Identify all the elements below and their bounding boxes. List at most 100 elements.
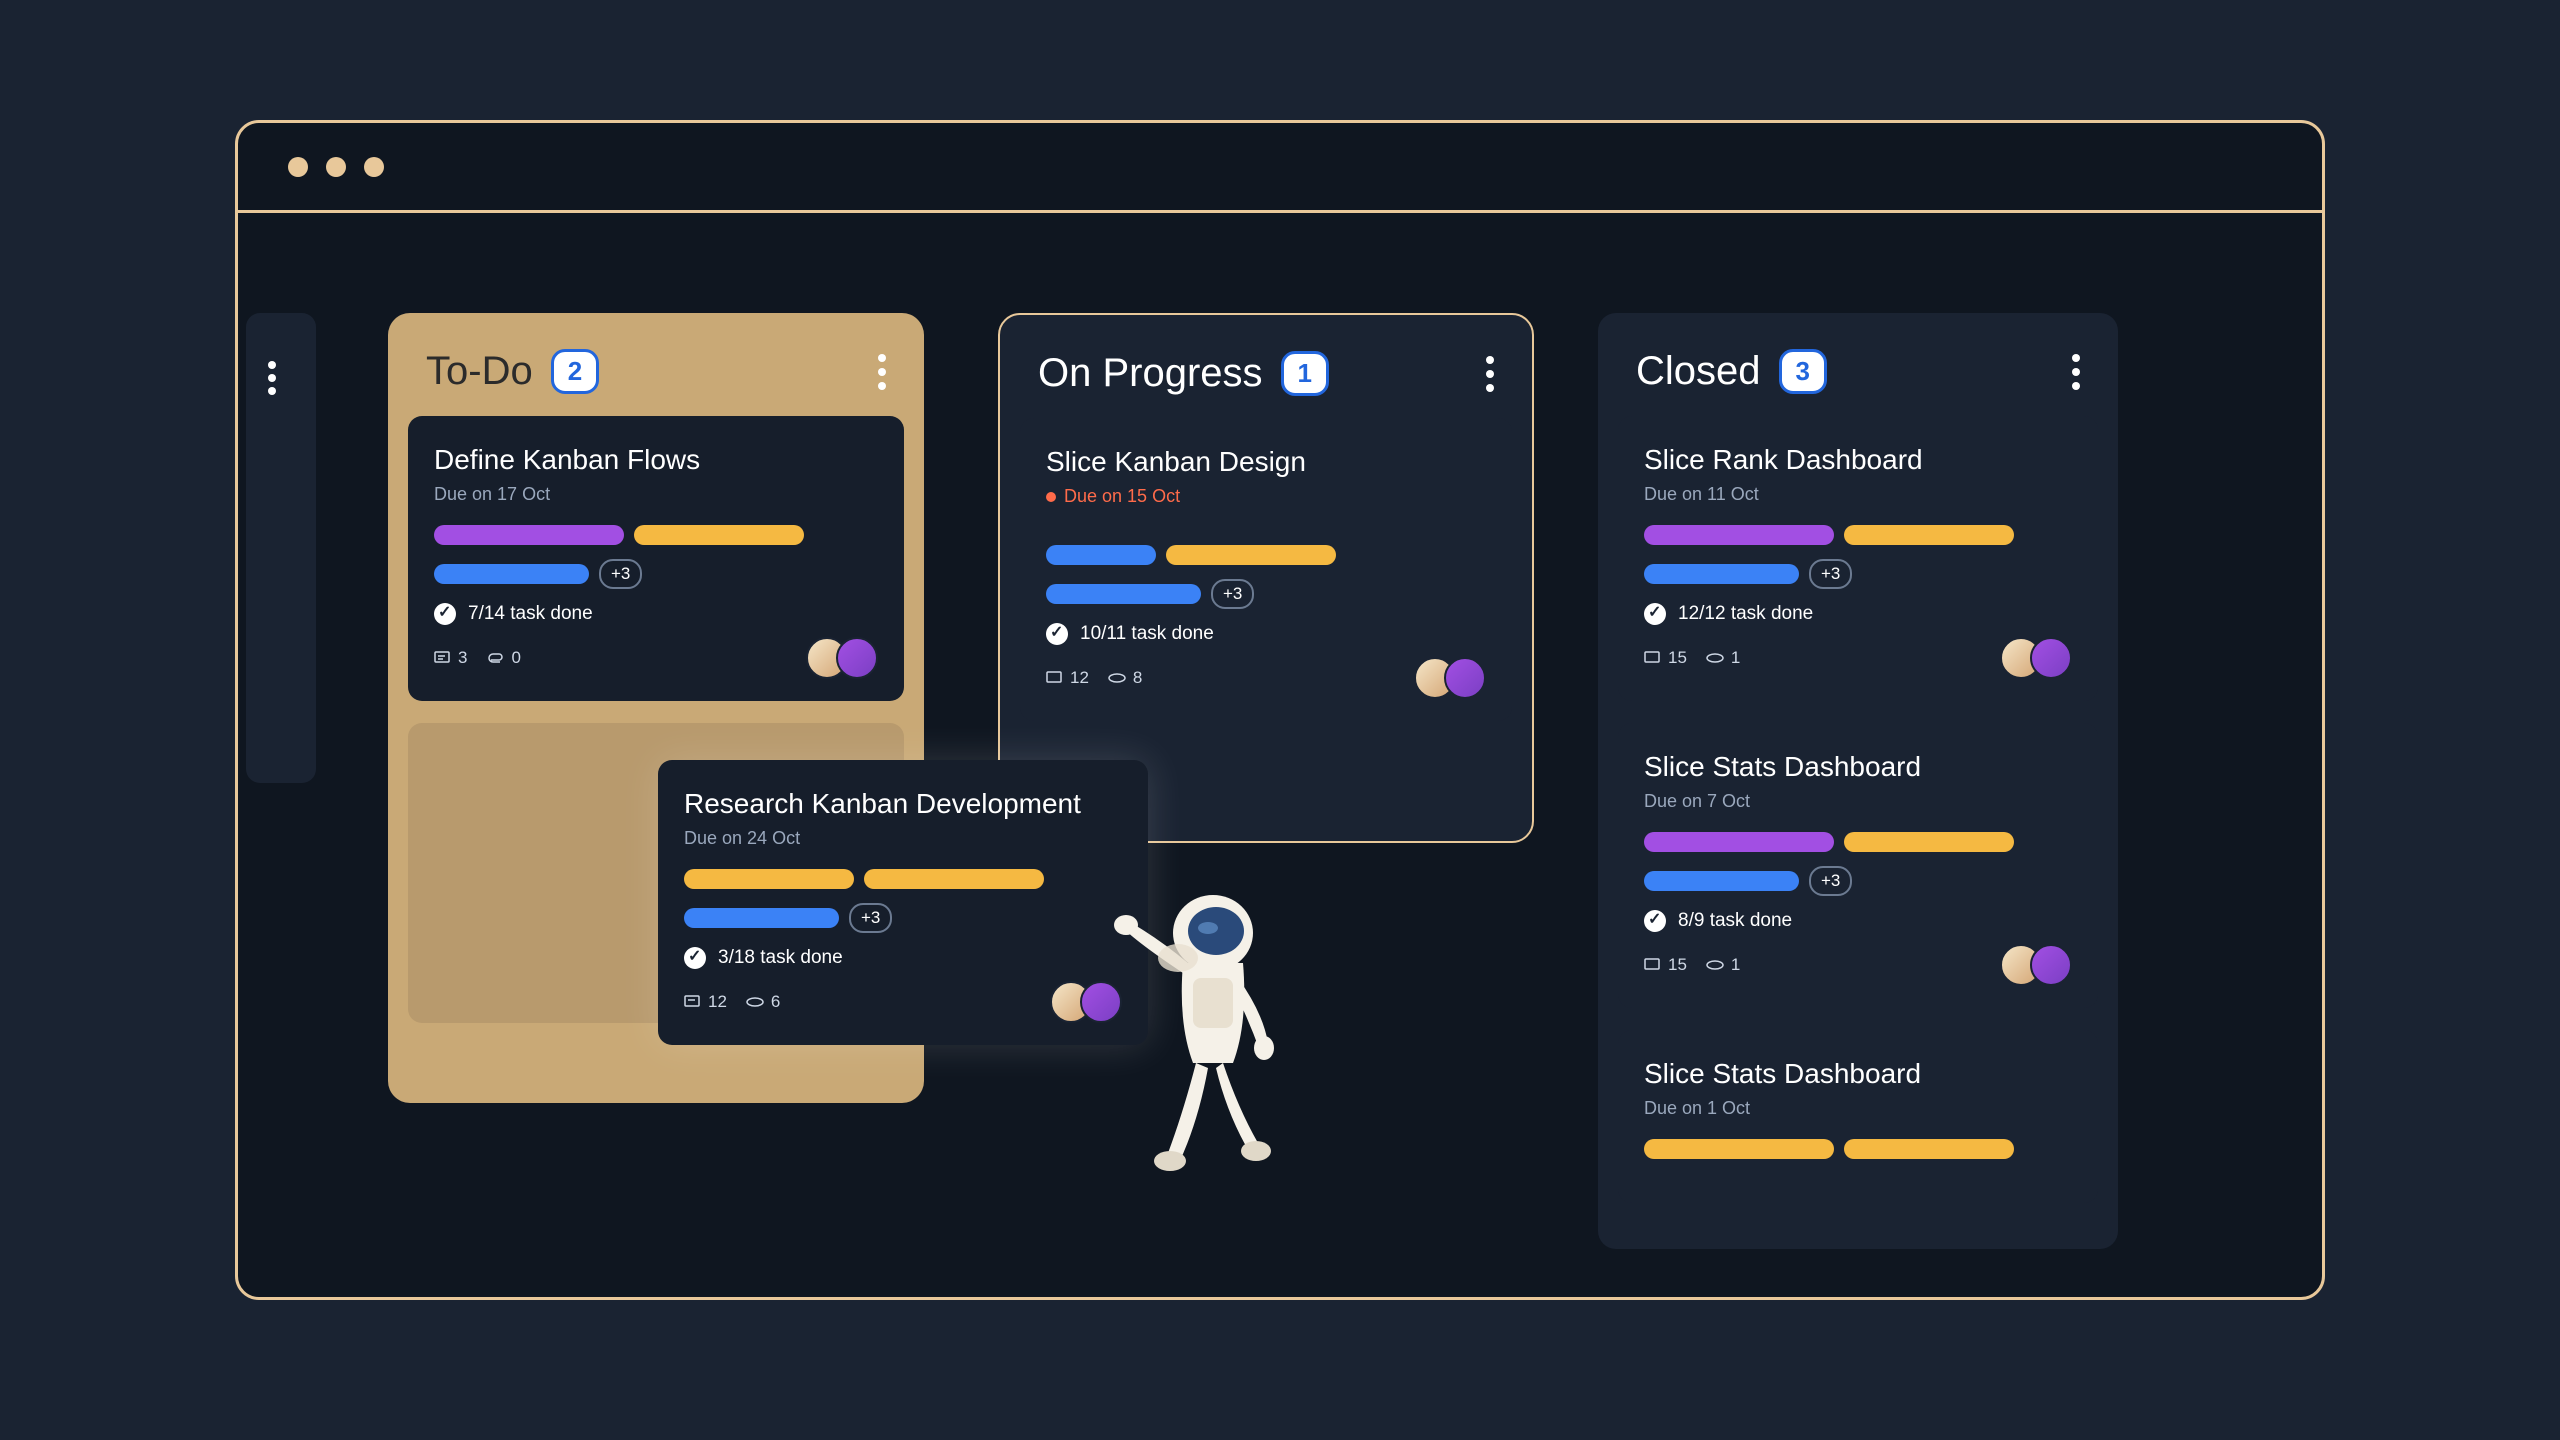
kanban-card[interactable]: Slice Stats Dashboard Due on 1 Oct bbox=[1618, 1030, 2098, 1203]
tag-row bbox=[1644, 832, 2072, 852]
column-count-badge: 1 bbox=[1281, 351, 1329, 396]
column-title: To-Do bbox=[426, 349, 533, 394]
window-dot-min[interactable] bbox=[326, 157, 346, 177]
column-header: Closed 3 bbox=[1618, 341, 2098, 416]
attachments-count: 1 bbox=[1705, 955, 1740, 975]
card-title: Research Kanban Development bbox=[684, 788, 1122, 820]
attachments-count: 6 bbox=[745, 992, 780, 1012]
window-dot-close[interactable] bbox=[288, 157, 308, 177]
card-due: Due on 24 Oct bbox=[684, 828, 1122, 849]
tag-row: +3 bbox=[684, 903, 1122, 933]
card-footer: 15 1 bbox=[1644, 944, 2072, 986]
card-footer: 15 1 bbox=[1644, 637, 2072, 679]
avatar bbox=[2030, 944, 2072, 986]
card-progress: 3/18 task done bbox=[684, 947, 1122, 969]
avatar-stack bbox=[2012, 944, 2072, 986]
card-due: Due on 17 Oct bbox=[434, 484, 878, 505]
card-due: Due on 11 Oct bbox=[1644, 484, 2072, 505]
check-icon bbox=[1046, 623, 1068, 645]
tag-pill bbox=[434, 564, 589, 584]
progress-text: 10/11 task done bbox=[1080, 623, 1214, 645]
card-due: Due on 7 Oct bbox=[1644, 791, 2072, 812]
column-count-badge: 2 bbox=[551, 349, 599, 394]
comments-count: 12 bbox=[684, 992, 727, 1012]
browser-window: To-Do 2 Define Kanban Flows Due on 17 Oc… bbox=[235, 120, 2325, 1300]
tag-pill bbox=[1644, 832, 1834, 852]
tag-row bbox=[434, 525, 878, 545]
card-title: Slice Stats Dashboard bbox=[1644, 751, 2072, 783]
card-due-warning: Due on 15 Oct bbox=[1046, 486, 1180, 507]
card-title: Slice Stats Dashboard bbox=[1644, 1058, 2072, 1090]
attachments-count: 0 bbox=[485, 648, 520, 668]
more-tags-badge[interactable]: +3 bbox=[1809, 866, 1852, 896]
column-menu-icon[interactable] bbox=[2072, 354, 2080, 390]
column-header: To-Do 2 bbox=[408, 341, 904, 416]
comments-count: 3 bbox=[434, 648, 467, 668]
tag-row bbox=[1644, 1139, 2072, 1159]
window-dot-max[interactable] bbox=[364, 157, 384, 177]
progress-text: 7/14 task done bbox=[468, 603, 593, 625]
tag-pill bbox=[1644, 525, 1834, 545]
card-title: Slice Rank Dashboard bbox=[1644, 444, 2072, 476]
tag-pill bbox=[1644, 871, 1799, 891]
avatar-stack bbox=[818, 637, 878, 679]
tag-pill bbox=[864, 869, 1044, 889]
more-tags-badge[interactable]: +3 bbox=[1211, 579, 1254, 609]
comments-count: 15 bbox=[1644, 648, 1687, 668]
card-progress: 8/9 task done bbox=[1644, 910, 2072, 932]
avatar bbox=[2030, 637, 2072, 679]
tag-row: +3 bbox=[1644, 866, 2072, 896]
card-footer: 3 0 bbox=[434, 637, 878, 679]
attachments-count: 1 bbox=[1705, 648, 1740, 668]
column-title: Closed bbox=[1636, 349, 1761, 394]
more-tags-badge[interactable]: +3 bbox=[849, 903, 892, 933]
dragging-card[interactable]: Research Kanban Development Due on 24 Oc… bbox=[658, 760, 1148, 1045]
column-header: On Progress 1 bbox=[1020, 343, 1512, 418]
column-menu-icon[interactable] bbox=[268, 361, 276, 395]
kanban-card[interactable]: Slice Rank Dashboard Due on 11 Oct +3 12… bbox=[1618, 416, 2098, 701]
progress-text: 3/18 task done bbox=[718, 947, 843, 969]
more-tags-badge[interactable]: +3 bbox=[599, 559, 642, 589]
comments-count: 15 bbox=[1644, 955, 1687, 975]
tag-pill bbox=[684, 908, 839, 928]
tag-row: +3 bbox=[1046, 579, 1486, 609]
column-title: On Progress bbox=[1038, 351, 1263, 396]
tag-pill bbox=[1644, 1139, 1834, 1159]
tag-pill bbox=[634, 525, 804, 545]
tag-pill bbox=[1644, 564, 1799, 584]
attachments-count: 8 bbox=[1107, 668, 1142, 688]
tag-pill bbox=[1844, 832, 2014, 852]
tag-row bbox=[684, 869, 1122, 889]
check-icon bbox=[1644, 603, 1666, 625]
card-footer: 12 6 bbox=[684, 981, 1122, 1023]
tag-pill bbox=[1844, 525, 2014, 545]
tag-row: +3 bbox=[434, 559, 878, 589]
tag-pill bbox=[1166, 545, 1336, 565]
tag-pill bbox=[434, 525, 624, 545]
column-menu-icon[interactable] bbox=[878, 354, 886, 390]
tag-row: +3 bbox=[1644, 559, 2072, 589]
tag-pill bbox=[684, 869, 854, 889]
kanban-card[interactable]: Slice Kanban Design Due on 15 Oct +3 10/… bbox=[1020, 418, 1512, 721]
column-menu-icon[interactable] bbox=[1486, 356, 1494, 392]
avatar bbox=[1444, 657, 1486, 699]
column-closed: Closed 3 Slice Rank Dashboard Due on 11 … bbox=[1598, 313, 2118, 1249]
progress-text: 12/12 task done bbox=[1678, 603, 1813, 625]
tag-pill bbox=[1046, 545, 1156, 565]
more-tags-badge[interactable]: +3 bbox=[1809, 559, 1852, 589]
card-due: Due on 1 Oct bbox=[1644, 1098, 2072, 1119]
card-progress: 7/14 task done bbox=[434, 603, 878, 625]
card-footer: 12 8 bbox=[1046, 657, 1486, 699]
check-icon bbox=[684, 947, 706, 969]
card-title: Define Kanban Flows bbox=[434, 444, 878, 476]
card-title: Slice Kanban Design bbox=[1046, 446, 1486, 478]
kanban-board: To-Do 2 Define Kanban Flows Due on 17 Oc… bbox=[238, 213, 2322, 313]
kanban-card[interactable]: Slice Stats Dashboard Due on 7 Oct +3 8/… bbox=[1618, 723, 2098, 1008]
tag-pill bbox=[1046, 584, 1201, 604]
column-count-badge: 3 bbox=[1779, 349, 1827, 394]
kanban-card[interactable]: Define Kanban Flows Due on 17 Oct +3 7/1… bbox=[408, 416, 904, 701]
title-bar bbox=[238, 123, 2322, 213]
comments-count: 12 bbox=[1046, 668, 1089, 688]
progress-text: 8/9 task done bbox=[1678, 910, 1792, 932]
avatar bbox=[836, 637, 878, 679]
